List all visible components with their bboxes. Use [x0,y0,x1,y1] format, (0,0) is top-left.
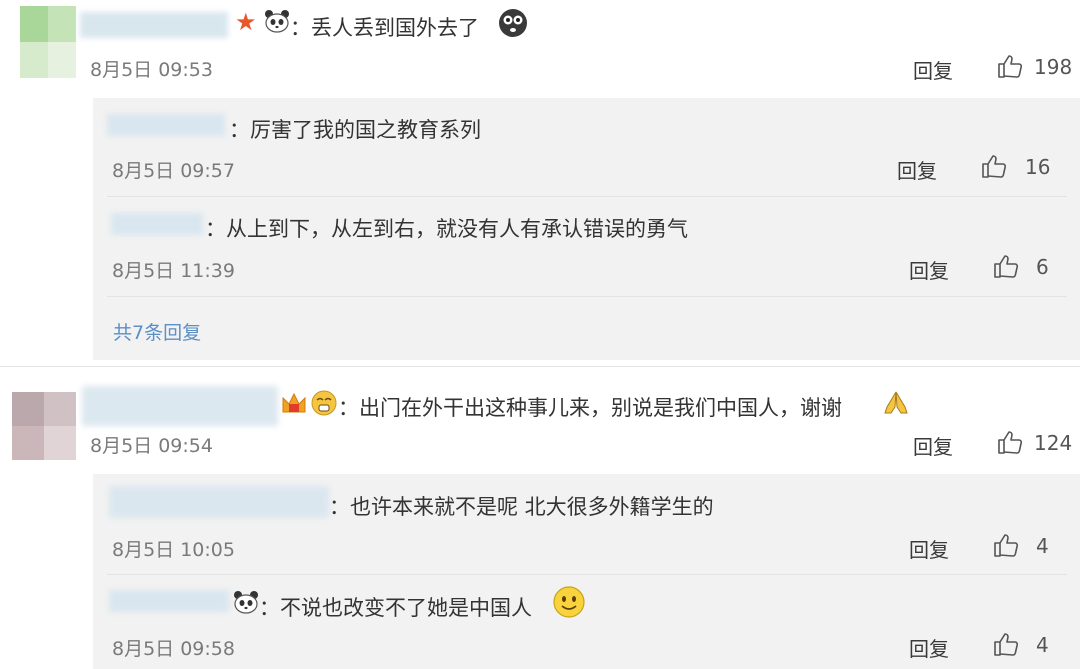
crying-face-emoji-icon [311,390,337,420]
reply-time: 8月5日 09:57 [112,160,235,182]
like-thumb-icon[interactable] [996,428,1024,456]
more-replies-link[interactable]: 共7条回复 [113,318,201,345]
like-thumb-icon[interactable] [996,52,1024,80]
like-count: 198 [1034,55,1073,79]
shocked-face-emoji-icon [498,8,528,42]
star-badge-icon: ★ [235,8,257,36]
comment-time: 8月5日 09:53 [90,59,213,81]
like-thumb-icon[interactable] [992,531,1020,559]
reply-text: ：从上到下，从左到右，就没有人有承认错误的勇气 [205,217,688,241]
panda-icon [233,590,259,618]
like-count: 124 [1034,431,1073,455]
username-blurred[interactable] [82,386,278,426]
username-blurred[interactable] [107,114,225,136]
reply-text: ：也许本来就不是呢 北大很多外籍学生的 [329,495,714,519]
comment-divider [0,366,1080,367]
username-blurred[interactable] [111,213,203,235]
like-thumb-icon[interactable] [992,630,1020,658]
comment-1: ★ ：丢人丢到国外去了 8月5日 09:53 回复 198 ：厉害了我的国之教育… [0,0,1080,360]
praying-hands-emoji-icon [882,389,910,421]
like-thumb-icon[interactable] [992,252,1020,280]
crown-badge-icon [280,390,308,420]
panda-icon [264,9,290,37]
reply-text: ：厉害了我的国之教育系列 [229,118,481,142]
like-count: 6 [1036,255,1049,279]
reply-button[interactable]: 回复 [909,255,949,284]
comment-2: ：出门在外干出这种事儿来，别说是我们中国人，谢谢 8月5日 09:54 回复 1… [0,370,1080,669]
divider [107,574,1067,575]
divider [107,196,1067,197]
comment-time: 8月5日 09:54 [90,435,213,457]
divider [107,296,1067,297]
reply-button[interactable]: 回复 [897,155,937,184]
username-blurred[interactable] [109,486,329,518]
like-thumb-icon[interactable] [980,152,1008,180]
reply-time: 8月5日 10:05 [112,539,235,561]
like-count: 16 [1025,155,1051,179]
reply-time: 8月5日 09:58 [112,638,235,660]
reply-button[interactable]: 回复 [909,534,949,563]
comment-text: ：丢人丢到国外去了 [290,16,479,40]
smile-emoji-icon [553,586,585,622]
reply-button[interactable]: 回复 [909,633,949,662]
comment-text: ：出门在外干出这种事儿来，别说是我们中国人，谢谢 [338,396,842,420]
replies-panel: ：也许本来就不是呢 北大很多外籍学生的 8月5日 10:05 回复 4 ：不说也… [93,474,1080,669]
username-blurred[interactable] [109,590,229,612]
reply-button[interactable]: 回复 [913,55,953,84]
like-count: 4 [1036,633,1049,657]
reply-text: ：不说也改变不了她是中国人 [259,596,532,620]
avatar[interactable] [20,6,76,78]
avatar[interactable] [12,392,76,460]
like-count: 4 [1036,534,1049,558]
username-blurred[interactable] [80,12,228,38]
reply-time: 8月5日 11:39 [112,260,235,282]
reply-button[interactable]: 回复 [913,431,953,460]
replies-panel: ：厉害了我的国之教育系列 8月5日 09:57 回复 16 ：从上到下，从左到右… [93,98,1080,360]
